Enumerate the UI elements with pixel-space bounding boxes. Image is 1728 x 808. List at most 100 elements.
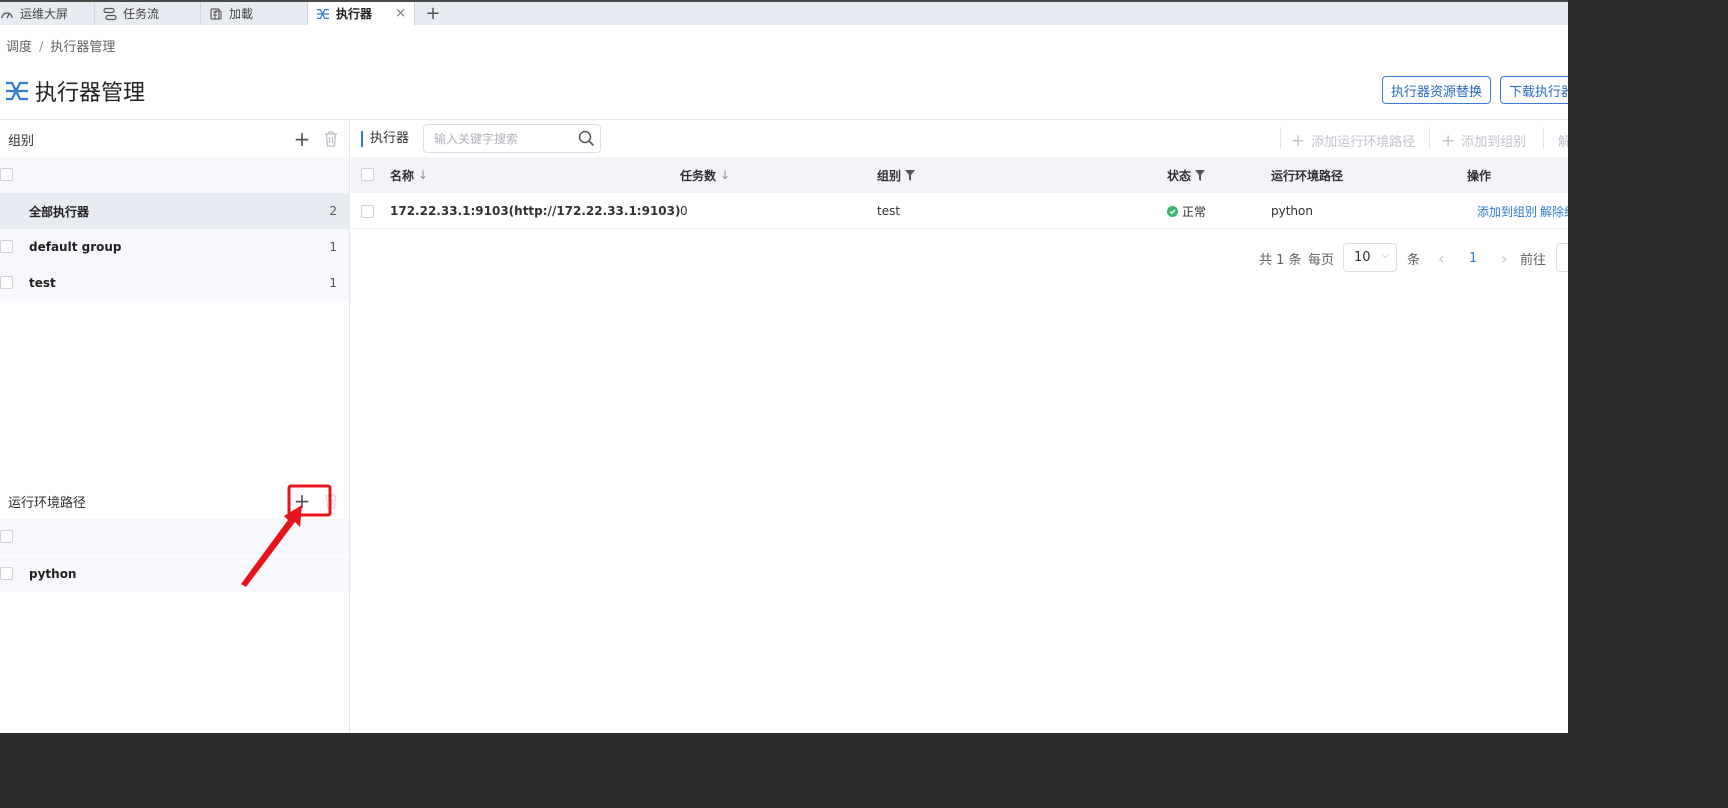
column-header-name[interactable]: 名称 ↓ [390,157,428,193]
group-item-default[interactable]: default group 1 [0,229,349,265]
page-jump-input[interactable] [1556,243,1568,272]
next-page-button[interactable]: › [1501,243,1507,273]
chevron-down-icon: ⌵ [1381,250,1389,261]
executor-icon [5,79,29,103]
replace-executor-resource-button[interactable]: 执行器资源替换 [1382,76,1492,104]
group-section-header: 组别 + [0,121,349,157]
group-section-title: 组别 [8,133,35,149]
search-box [423,124,601,153]
add-env-path-button[interactable]: + [291,490,313,512]
sort-down-icon[interactable]: ↓ [418,168,428,182]
column-header-status[interactable]: 状态 [1167,157,1206,193]
table-row: 172.22.33.1:9103(http://172.22.33.1:9103… [351,193,1568,229]
toolbar-divider [1280,127,1281,149]
pagination-per-page-label: 每页 [1308,252,1335,268]
pagination-goto-label: 前往 [1520,252,1547,268]
toolbar-button-label: 解除组别 [1558,135,1568,150]
select-all-checkbox[interactable] [0,530,13,543]
tab-label: 执行器 [336,7,373,21]
group-item-all[interactable]: 全部执行器 2 [0,193,349,229]
search-input[interactable] [434,130,574,148]
plus-icon: + [1291,130,1306,151]
pagination-total: 共 1 条 [1259,252,1302,268]
tab-label: 加載 [229,7,254,21]
env-item-python[interactable]: python [0,556,349,592]
page-title: 执行器管理 [35,81,146,106]
tab-bar: 运维大屏 任务流 加載 执行器 × + [0,0,1568,25]
tab-label: 运维大屏 [20,7,69,21]
group-item-label: test [29,276,56,290]
group-item-count: 1 [329,240,337,254]
check-circle-icon [1167,205,1178,217]
close-icon[interactable]: × [395,6,406,21]
group-select-all-row [0,157,349,193]
toolbar-button-label: 添加到组别 [1461,135,1527,150]
add-to-group-link[interactable]: 添加到组别 [1477,193,1537,229]
tab-ops-screen[interactable]: 运维大屏 [0,2,95,25]
env-select-all-row [0,519,349,555]
group-item-count: 1 [329,276,337,290]
row-checkbox[interactable] [361,205,374,218]
filter-icon[interactable] [1195,169,1206,181]
add-group-button[interactable]: + [291,128,313,150]
add-to-group-toolbar-button[interactable]: + 添加到组别 [1441,131,1526,150]
group-checkbox[interactable] [0,240,13,253]
tab-load[interactable]: 加載 [201,2,308,25]
database-icon [209,7,223,21]
toolbar-divider [1543,127,1544,149]
page-number-current[interactable]: 1 [1469,243,1477,273]
cell-group: test [877,204,901,218]
page-size-select[interactable]: 10 ⌵ [1343,243,1397,272]
app-window: 运维大屏 任务流 加載 执行器 × + 调度 / 执行器管理 执行器管理 执行器… [0,0,1568,733]
column-header-actions: 操作 [1467,168,1492,183]
workflow-icon [103,7,117,21]
select-all-checkbox[interactable] [361,168,374,181]
select-all-checkbox[interactable] [0,168,13,181]
unbind-group-link[interactable]: 解除组别 [1540,193,1568,229]
column-header-tasks[interactable]: 任务数 ↓ [680,157,730,193]
group-item-label: 全部执行器 [29,204,90,219]
toolbar-button-label: 添加运行环境路径 [1311,135,1416,150]
cell-status: 正常 [1167,193,1206,229]
env-checkbox[interactable] [0,567,13,580]
breadcrumb-item-schedule[interactable]: 调度 [6,40,32,55]
breadcrumb-item-executor-mgmt: 执行器管理 [50,40,116,55]
column-header-env: 运行环境路径 [1271,168,1344,183]
sort-down-icon[interactable]: ↓ [720,168,730,182]
download-executor-button[interactable]: 下载执行器 [1500,76,1568,104]
cell-name: 172.22.33.1:9103(http://172.22.33.1:9103… [390,204,681,218]
add-tab-button[interactable]: + [415,2,451,25]
add-env-path-toolbar-button[interactable]: + 添加运行环境路径 [1291,131,1415,150]
left-panel: 组别 + 全部执行器 2 default group 1 test 1 运行环境… [0,120,350,733]
page-header: 执行器管理 [5,77,146,106]
group-item-label: default group [29,240,122,254]
plus-icon: + [1441,130,1456,151]
group-item-test[interactable]: test 1 [0,265,349,301]
status-text: 正常 [1182,204,1207,219]
page-size-value: 10 [1354,250,1371,265]
tab-workflow[interactable]: 任务流 [95,2,201,25]
trash-icon[interactable] [323,130,339,148]
tab-label: 任务流 [123,7,160,21]
column-header-group[interactable]: 组别 [877,157,916,193]
tab-executor[interactable]: 执行器 × [308,2,415,25]
env-section-title: 运行环境路径 [8,495,87,511]
toolbar-divider [1429,127,1430,149]
env-item-label: python [29,567,77,581]
group-item-count: 2 [329,204,337,218]
group-checkbox[interactable] [0,276,13,289]
trash-icon[interactable] [323,492,339,510]
prev-page-button[interactable]: ‹ [1438,243,1444,273]
cell-tasks: 0 [680,204,688,218]
env-section-header: 运行环境路径 + [0,483,349,519]
unbind-group-toolbar-button[interactable]: 解除组别 [1558,131,1568,150]
cell-env: python [1271,204,1313,218]
gauge-icon [0,7,14,21]
executor-icon [316,7,330,21]
table-header: 名称 ↓ 任务数 ↓ 组别 状态 运行环境路径 操作 [351,157,1568,193]
pagination-unit: 条 [1407,252,1421,268]
breadcrumb: 调度 / 执行器管理 [6,36,115,55]
filter-icon[interactable] [905,169,916,181]
search-icon[interactable] [578,130,595,147]
executor-section-label: 执行器 [361,131,409,147]
